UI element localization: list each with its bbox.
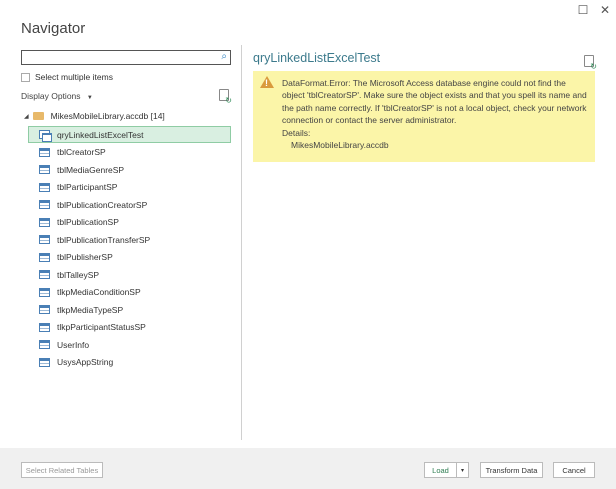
table-icon bbox=[39, 270, 50, 279]
select-multiple-checkbox[interactable]: Select multiple items bbox=[21, 72, 113, 82]
tree-item-label: tblTalleySP bbox=[57, 269, 100, 280]
tree-item[interactable]: tlkpParticipantStatusSP bbox=[28, 319, 231, 336]
table-icon bbox=[39, 322, 50, 332]
tree-item[interactable]: tblCreatorSP bbox=[28, 144, 231, 161]
refresh-icon[interactable] bbox=[219, 89, 232, 105]
tree-item-label: tblPublicationTransferSP bbox=[57, 234, 151, 245]
tree-item-label: tlkpMediaTypeSP bbox=[57, 304, 124, 315]
tree-root-label: MikesMobileLibrary.accdb [14] bbox=[50, 111, 165, 121]
query-icon bbox=[39, 130, 52, 142]
transform-data-button[interactable]: Transform Data bbox=[480, 462, 543, 478]
table-icon bbox=[39, 357, 50, 367]
folder-icon bbox=[32, 112, 44, 120]
maximize-icon[interactable]: ☐ bbox=[576, 3, 590, 17]
tree-item[interactable]: tblPublicationTransferSP bbox=[28, 231, 231, 248]
load-button[interactable]: Load bbox=[424, 462, 457, 478]
table-icon bbox=[39, 182, 50, 192]
tree-item[interactable]: tlkpMediaTypeSP bbox=[28, 301, 231, 318]
close-icon[interactable]: ✕ bbox=[598, 3, 612, 17]
error-message: DataFormat.Error: The Microsoft Access d… bbox=[282, 78, 587, 126]
table-icon bbox=[39, 287, 50, 297]
window-title: Navigator bbox=[21, 20, 86, 37]
tree-item[interactable]: tblPublicationSP bbox=[28, 214, 231, 231]
tree-item-label: tblMediaGenreSP bbox=[57, 164, 125, 175]
checkbox[interactable] bbox=[21, 72, 30, 82]
table-icon bbox=[39, 340, 50, 349]
load-dropdown-button[interactable]: ▾ bbox=[456, 462, 469, 478]
search-input[interactable]: ⌕ bbox=[21, 50, 231, 65]
tree-item-label: UserInfo bbox=[57, 339, 90, 350]
table-icon bbox=[39, 200, 50, 209]
tree-item[interactable]: qryLinkedListExcelTest bbox=[28, 126, 231, 143]
table-icon bbox=[39, 147, 50, 157]
select-related-tables-button[interactable]: Select Related Tables bbox=[21, 462, 103, 478]
table-icon bbox=[39, 217, 50, 227]
pane-divider bbox=[241, 45, 242, 440]
details-value: MikesMobileLibrary.accdb bbox=[291, 140, 389, 151]
preview-title: qryLinkedListExcelTest bbox=[253, 51, 381, 65]
tree-item-label: tblPublicationCreatorSP bbox=[57, 199, 148, 210]
select-multiple-label: Select multiple items bbox=[35, 72, 113, 82]
collapse-icon[interactable]: ◢ bbox=[24, 113, 29, 120]
display-options-label: Display Options bbox=[21, 91, 81, 101]
tree-item-label: tlkpParticipantStatusSP bbox=[57, 322, 146, 332]
table-icon bbox=[39, 305, 50, 314]
refresh-preview-icon[interactable] bbox=[584, 55, 597, 71]
cancel-button[interactable]: Cancel bbox=[553, 462, 595, 478]
chevron-down-icon: ▼ bbox=[86, 95, 93, 101]
tree-item-label: qryLinkedListExcelTest bbox=[57, 129, 144, 140]
tree-root[interactable]: ◢ MikesMobileLibrary.accdb [14] bbox=[24, 111, 165, 121]
tree-item[interactable]: tblTalleySP bbox=[28, 266, 231, 283]
tree-item-label: tblParticipantSP bbox=[57, 182, 118, 192]
tree-item-label: tlkpMediaConditionSP bbox=[57, 287, 141, 297]
tree-item[interactable]: tblPublisherSP bbox=[28, 249, 231, 266]
details-label: Details: bbox=[282, 127, 311, 138]
tree-item-label: UsysAppString bbox=[57, 357, 114, 367]
table-icon bbox=[39, 235, 50, 244]
tree-item-label: tblPublicationSP bbox=[57, 217, 119, 227]
warning-icon bbox=[260, 76, 274, 89]
tree-item[interactable]: UserInfo bbox=[28, 336, 231, 353]
error-box: DataFormat.Error: The Microsoft Access d… bbox=[253, 71, 595, 162]
table-icon bbox=[39, 252, 50, 262]
tree-item[interactable]: tblMediaGenreSP bbox=[28, 161, 231, 178]
tree-item[interactable]: tblPublicationCreatorSP bbox=[28, 196, 231, 213]
search-icon[interactable]: ⌕ bbox=[221, 51, 227, 62]
tree-item[interactable]: tblParticipantSP bbox=[28, 179, 231, 196]
tree-item[interactable]: UsysAppString bbox=[28, 354, 231, 371]
table-icon bbox=[39, 165, 50, 174]
display-options-button[interactable]: Display Options ▼ bbox=[21, 91, 93, 101]
tree-item-label: tblPublisherSP bbox=[57, 252, 113, 262]
tree-item[interactable]: tlkpMediaConditionSP bbox=[28, 284, 231, 301]
tree-item-label: tblCreatorSP bbox=[57, 147, 106, 157]
